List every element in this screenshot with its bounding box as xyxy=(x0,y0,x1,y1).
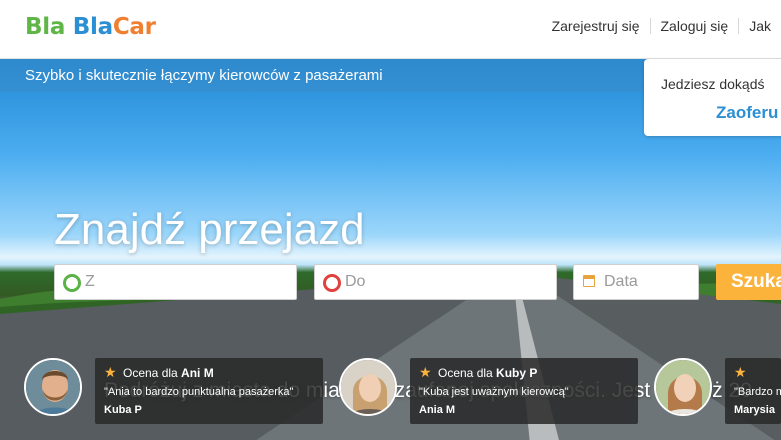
review-author: Kuba P xyxy=(104,404,142,416)
header-nav: Zarejestruj się Zaloguj się Jak xyxy=(542,18,781,34)
review-card[interactable]: ★ "Bardzo m Marysia xyxy=(725,358,781,424)
page-title: Znajdź przejazd xyxy=(54,205,365,254)
review-card[interactable]: ★ Ocena dla Ani M "Ania to bardzo punktu… xyxy=(95,358,323,424)
blablacar-logo[interactable]: Bla BlaCar xyxy=(25,14,156,40)
register-link[interactable]: Zarejestruj się xyxy=(542,18,650,34)
search-button[interactable]: Szuka xyxy=(716,264,781,300)
destination-pin-icon xyxy=(323,274,341,292)
reviewer-avatar[interactable] xyxy=(24,358,82,416)
offer-ride-box: Jedziesz dokądś Zaoferu xyxy=(644,59,781,136)
review-card[interactable]: ★ Ocena dla Kuby P "Kuba jest uważnym ki… xyxy=(410,358,638,424)
tagline: Szybko i skutecznie łączymy kierowców z … xyxy=(25,67,383,84)
star-icon: ★ xyxy=(734,364,747,380)
how-it-works-link[interactable]: Jak xyxy=(738,18,781,34)
reviewer-avatar[interactable] xyxy=(654,358,712,416)
login-link[interactable]: Zaloguj się xyxy=(649,18,739,34)
reviewer-avatar[interactable] xyxy=(339,358,397,416)
offer-ride-link[interactable]: Zaoferu xyxy=(716,103,778,123)
date-field[interactable] xyxy=(573,264,699,300)
to-field[interactable] xyxy=(314,264,557,300)
to-input[interactable] xyxy=(345,265,550,299)
review-quote: "Kuba jest uważnym kierowcą" xyxy=(419,386,569,398)
origin-pin-icon xyxy=(63,274,81,292)
star-icon: ★ xyxy=(104,364,117,380)
top-header: Bla BlaCar Zarejestruj się Zaloguj się J… xyxy=(0,0,781,59)
offer-question: Jedziesz dokądś xyxy=(661,76,765,92)
from-field[interactable] xyxy=(54,264,297,300)
review-quote: "Ania to bardzo punktualna pasażerka" xyxy=(104,386,294,398)
calendar-icon xyxy=(583,275,595,287)
from-input[interactable] xyxy=(85,265,290,299)
review-quote: "Bardzo m xyxy=(734,386,781,398)
star-icon: ★ xyxy=(419,364,432,380)
review-author: Marysia xyxy=(734,404,775,416)
review-author: Ania M xyxy=(419,404,456,416)
date-input[interactable] xyxy=(604,265,692,299)
